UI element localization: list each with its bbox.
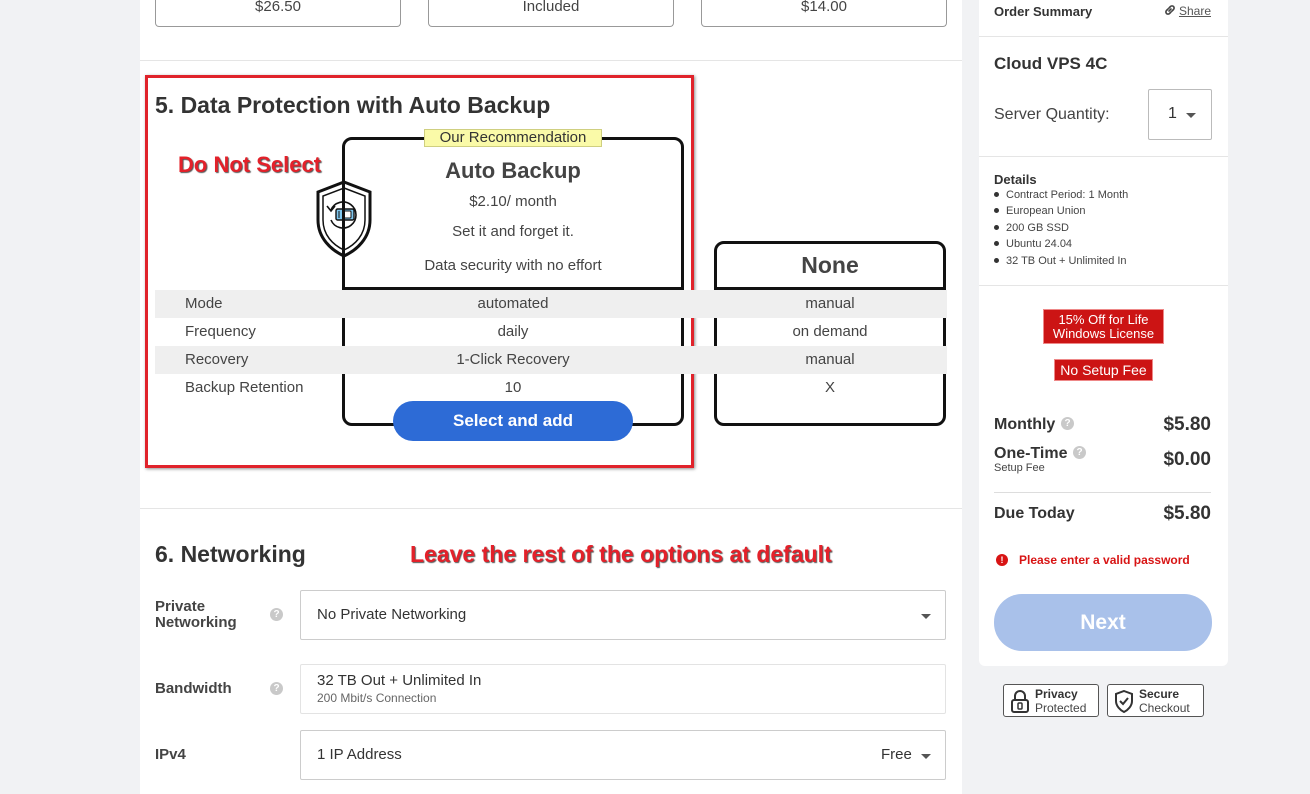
bandwidth-connection: 200 Mbit/s Connection	[317, 691, 437, 705]
summary-divider	[979, 36, 1228, 37]
bandwidth-field: 32 TB Out + Unlimited In 200 Mbit/s Conn…	[300, 664, 946, 714]
bandwidth-label: Bandwidth	[155, 680, 232, 697]
none-retention-value: X	[824, 379, 835, 396]
auto-frequency-value: daily	[497, 323, 529, 340]
section-divider	[140, 60, 962, 61]
total-divider	[994, 492, 1211, 493]
configuration-panel: $26.50 Included $14.00 5. Data Protectio…	[140, 0, 962, 794]
private-networking-select[interactable]: No Private Networking	[300, 590, 946, 640]
list-item: Ubuntu 24.04	[994, 238, 1072, 250]
none-recovery-value: manual	[805, 351, 855, 368]
ipv4-label: IPv4	[155, 746, 186, 763]
networking-section-title: 6. Networking	[155, 541, 306, 567]
product-name: Cloud VPS 4C	[994, 54, 1108, 73]
row-label-frequency: Frequency	[185, 323, 256, 340]
setup-fee-label: Setup Fee	[994, 462, 1045, 474]
next-button[interactable]: Next	[994, 594, 1212, 651]
price-option-1[interactable]: $26.50	[155, 0, 401, 27]
auto-mode-value: automated	[477, 295, 549, 312]
summary-divider	[979, 156, 1228, 157]
private-networking-value: No Private Networking	[317, 606, 467, 623]
auto-backup-title: Auto Backup	[445, 158, 581, 183]
bandwidth-value: 32 TB Out + Unlimited In	[317, 672, 482, 689]
row-label-recovery: Recovery	[185, 351, 249, 368]
quantity-value: 1	[1168, 105, 1177, 122]
auto-retention-value: 10	[504, 379, 522, 396]
default-options-annotation: Leave the rest of the options at default	[410, 541, 832, 567]
quantity-label: Server Quantity:	[994, 106, 1110, 123]
recommendation-badge: Our Recommendation	[424, 129, 602, 147]
order-summary-header: Order Summary	[994, 4, 1093, 19]
row-label-mode: Mode	[185, 295, 223, 312]
ipv4-value: 1 IP Address	[317, 746, 402, 763]
privacy-protected-badge: Privacy Protected	[1003, 684, 1099, 717]
ipv4-select[interactable]: 1 IP Address Free	[300, 730, 946, 780]
due-today-amount: $5.80	[1163, 503, 1211, 524]
privacy-title: Privacy	[1035, 687, 1078, 701]
price-option-3[interactable]: $14.00	[701, 0, 947, 27]
row-label-retention: Backup Retention	[185, 379, 304, 396]
help-icon[interactable]: ?	[1061, 417, 1074, 430]
private-networking-label: Private Networking	[155, 598, 237, 631]
share-label: Share	[1178, 4, 1211, 18]
share-link[interactable]: Share	[1164, 4, 1211, 18]
privacy-sub: Protected	[1035, 701, 1087, 715]
none-frequency-value: on demand	[792, 323, 868, 340]
none-title: None	[801, 252, 859, 278]
auto-backup-subtagline: Data security with no effort	[424, 257, 602, 274]
chevron-down-icon	[1186, 113, 1196, 118]
ipv4-price: Free	[881, 746, 912, 763]
password-error-message: Please enter a valid password	[1019, 553, 1190, 567]
none-mode-value: manual	[805, 295, 855, 312]
no-setup-fee-badge: No Setup Fee	[1054, 359, 1153, 381]
help-icon[interactable]: ?	[270, 608, 283, 621]
quantity-select[interactable]: 1	[1148, 89, 1212, 140]
windows-license-promo-badge: 15% Off for Life Windows License	[1043, 309, 1164, 344]
do-not-select-annotation: Do Not Select	[178, 152, 322, 177]
list-item: 200 GB SSD	[994, 222, 1069, 234]
list-item: European Union	[994, 205, 1086, 217]
summary-divider	[979, 285, 1228, 286]
shield-check-icon	[1115, 690, 1133, 713]
secure-title: Secure	[1139, 687, 1180, 701]
error-icon: !	[996, 554, 1008, 566]
help-icon[interactable]: ?	[270, 682, 283, 695]
onetime-label: One-Time	[994, 445, 1068, 462]
help-icon[interactable]: ?	[1073, 446, 1086, 459]
chevron-down-icon	[921, 754, 931, 759]
auto-recovery-value: 1-Click Recovery	[456, 351, 570, 368]
chevron-down-icon	[921, 614, 931, 619]
monthly-amount: $5.80	[1163, 414, 1211, 435]
section-divider	[140, 508, 962, 509]
onetime-amount: $0.00	[1163, 449, 1211, 470]
monthly-label: Monthly	[994, 416, 1056, 433]
auto-backup-tagline: Set it and forget it.	[452, 223, 574, 240]
secure-checkout-badge: Secure Checkout	[1107, 684, 1204, 717]
list-item: Contract Period: 1 Month	[994, 189, 1128, 201]
link-icon	[1164, 5, 1175, 15]
auto-backup-price: $2.10/ month	[469, 193, 557, 210]
select-and-add-button[interactable]: Select and add	[393, 401, 633, 441]
list-item: 32 TB Out + Unlimited In	[994, 255, 1127, 267]
lock-icon	[1011, 690, 1029, 713]
order-summary-panel: Order Summary Share Cloud VPS 4C Server …	[979, 0, 1228, 666]
secure-sub: Checkout	[1139, 701, 1190, 715]
details-title: Details	[994, 172, 1037, 187]
due-today-label: Due Today	[994, 505, 1075, 522]
backup-section-title: 5. Data Protection with Auto Backup	[155, 92, 551, 118]
price-option-2[interactable]: Included	[428, 0, 674, 27]
